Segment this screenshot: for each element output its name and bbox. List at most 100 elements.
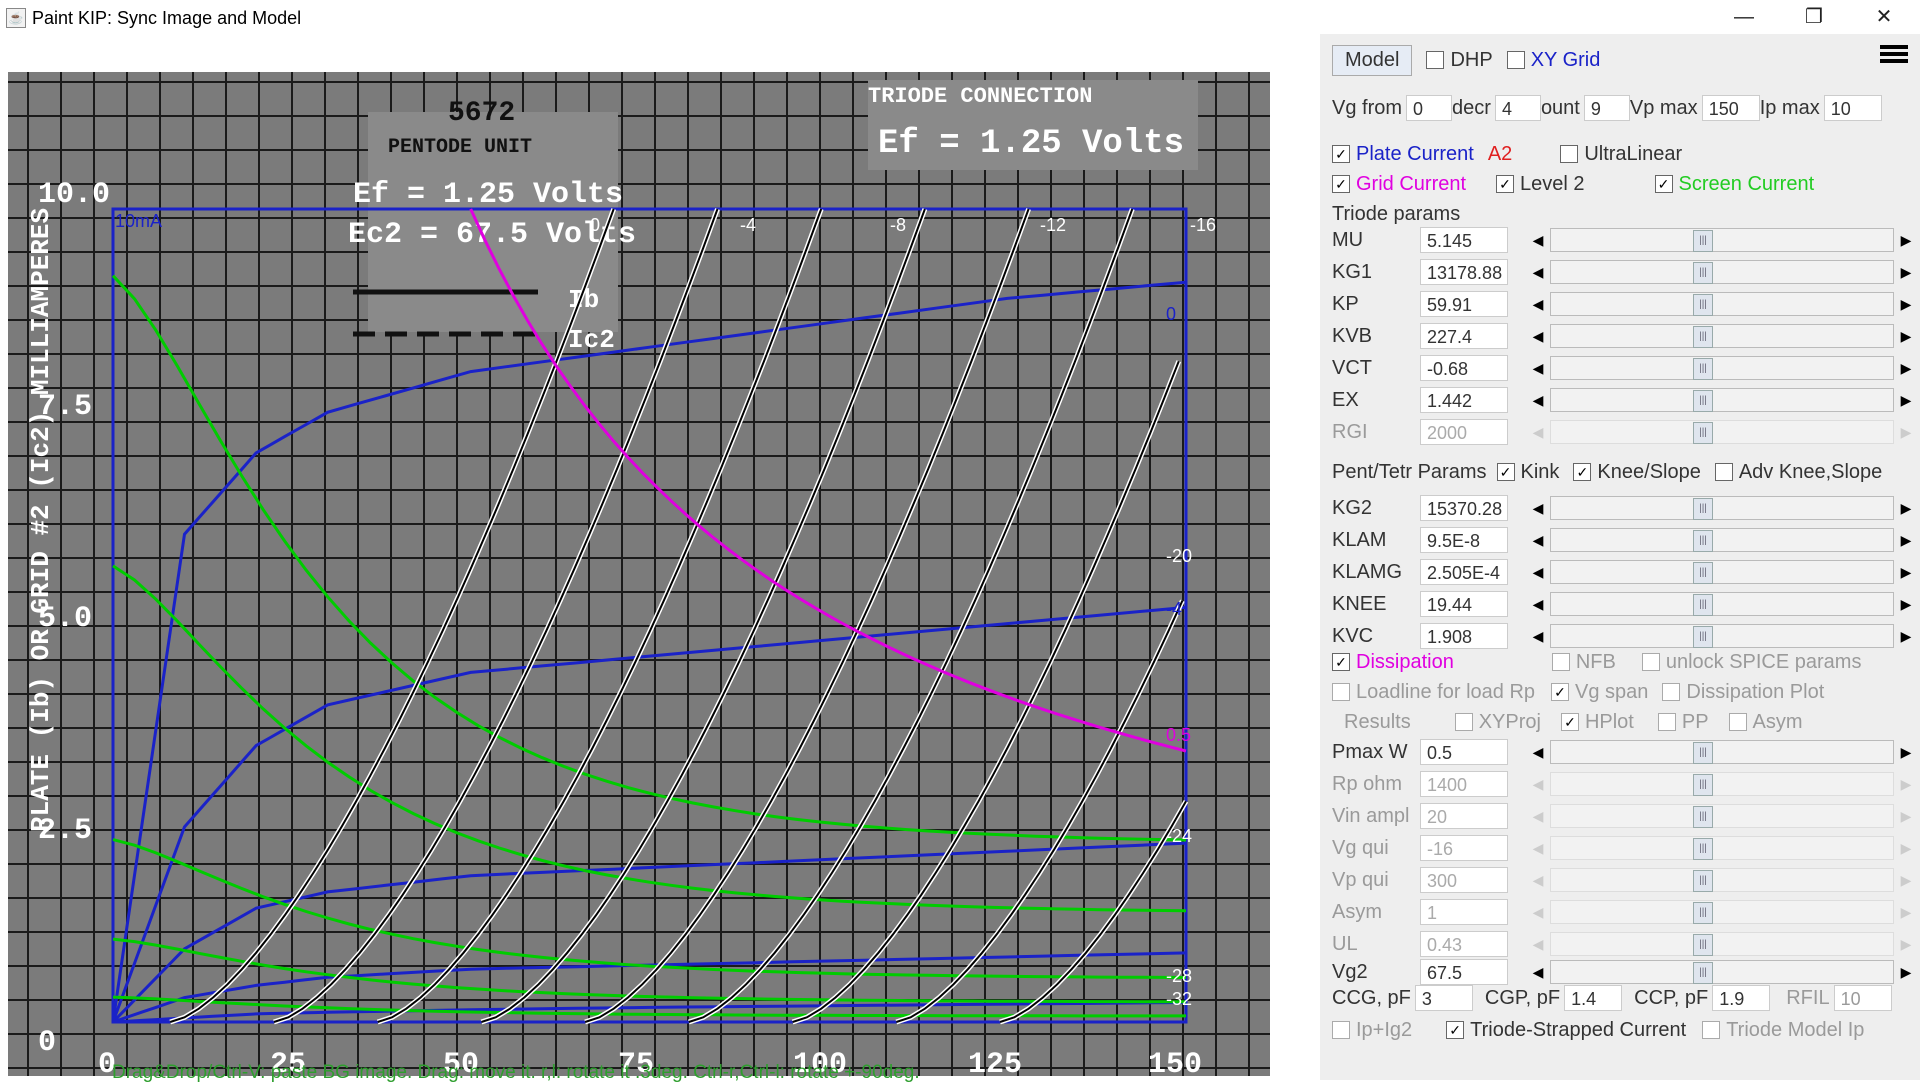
param-slider[interactable]: ◀ ||| ▶ — [1528, 960, 1916, 984]
param-slider[interactable]: ◀ ||| ▶ — [1528, 528, 1916, 552]
slider-track[interactable]: ||| — [1550, 388, 1894, 412]
dissipation-plot-checkbox[interactable]: Dissipation Plot — [1662, 681, 1824, 704]
hplot-checkbox[interactable]: ✓ HPlot — [1560, 711, 1634, 734]
slider-right-arrow-icon[interactable]: ▶ — [1896, 228, 1916, 252]
dhp-checkbox[interactable]: DHP — [1426, 49, 1493, 72]
param-value-field[interactable]: 67.5 — [1420, 959, 1508, 985]
slider-track[interactable]: ||| — [1550, 528, 1894, 552]
grid-current-checkbox[interactable]: ✓ Grid Current — [1332, 173, 1466, 196]
slider-right-arrow-icon[interactable]: ▶ — [1896, 420, 1916, 444]
slider-thumb[interactable]: ||| — [1693, 934, 1713, 956]
param-value-field[interactable]: 15370.28 — [1420, 495, 1508, 521]
adv-knee-checkbox[interactable]: Adv Knee,Slope — [1714, 461, 1882, 484]
xyproj-checkbox[interactable]: XYProj — [1454, 711, 1541, 734]
slider-track[interactable]: ||| — [1550, 932, 1894, 956]
slider-right-arrow-icon[interactable]: ▶ — [1896, 836, 1916, 860]
param-slider[interactable]: ◀ ||| ▶ — [1528, 740, 1916, 764]
param-slider[interactable]: ◀ ||| ▶ — [1528, 324, 1916, 348]
param-slider[interactable]: ◀ ||| ▶ — [1528, 836, 1916, 860]
param-slider[interactable]: ◀ ||| ▶ — [1528, 356, 1916, 380]
kink-checkbox[interactable]: ✓ Kink — [1496, 461, 1559, 484]
param-value-field[interactable]: 19.44 — [1420, 591, 1508, 617]
slider-left-arrow-icon[interactable]: ◀ — [1528, 260, 1548, 284]
slider-left-arrow-icon[interactable]: ◀ — [1528, 960, 1548, 984]
slider-thumb[interactable]: ||| — [1693, 626, 1713, 648]
param-value-field[interactable]: 20 — [1420, 803, 1508, 829]
slider-left-arrow-icon[interactable]: ◀ — [1528, 356, 1548, 380]
param-value-field[interactable]: 227.4 — [1420, 323, 1508, 349]
slider-left-arrow-icon[interactable]: ◀ — [1528, 228, 1548, 252]
param-slider[interactable]: ◀ ||| ▶ — [1528, 592, 1916, 616]
slider-left-arrow-icon[interactable]: ◀ — [1528, 740, 1548, 764]
slider-right-arrow-icon[interactable]: ▶ — [1896, 804, 1916, 828]
dissipation-checkbox[interactable]: ✓ Dissipation — [1332, 651, 1454, 674]
slider-thumb[interactable]: ||| — [1693, 358, 1713, 380]
slider-track[interactable]: ||| — [1550, 740, 1894, 764]
slider-right-arrow-icon[interactable]: ▶ — [1896, 292, 1916, 316]
slider-thumb[interactable]: ||| — [1693, 498, 1713, 520]
slider-right-arrow-icon[interactable]: ▶ — [1896, 868, 1916, 892]
cgp-field[interactable]: 1.4 — [1564, 985, 1623, 1011]
slider-left-arrow-icon[interactable]: ◀ — [1528, 868, 1548, 892]
slider-track[interactable]: ||| — [1550, 900, 1894, 924]
slider-right-arrow-icon[interactable]: ▶ — [1896, 932, 1916, 956]
param-value-field[interactable]: 1400 — [1420, 771, 1508, 797]
slider-right-arrow-icon[interactable]: ▶ — [1896, 592, 1916, 616]
param-value-field[interactable]: 0.5 — [1420, 739, 1508, 765]
param-value-field[interactable]: 2.505E-4 — [1420, 559, 1508, 585]
slider-left-arrow-icon[interactable]: ◀ — [1528, 560, 1548, 584]
param-value-field[interactable]: 0.43 — [1420, 931, 1508, 957]
slider-thumb[interactable]: ||| — [1693, 594, 1713, 616]
param-value-field[interactable]: -0.68 — [1420, 355, 1508, 381]
nfb-checkbox[interactable]: NFB — [1551, 651, 1616, 674]
slider-track[interactable]: ||| — [1550, 624, 1894, 648]
param-value-field[interactable]: 13178.88 — [1420, 259, 1508, 285]
slider-track[interactable]: ||| — [1550, 804, 1894, 828]
slider-right-arrow-icon[interactable]: ▶ — [1896, 560, 1916, 584]
slider-thumb[interactable]: ||| — [1693, 230, 1713, 252]
slider-thumb[interactable]: ||| — [1693, 870, 1713, 892]
slider-left-arrow-icon[interactable]: ◀ — [1528, 388, 1548, 412]
decr-field[interactable]: 4 — [1494, 95, 1541, 121]
slider-track[interactable]: ||| — [1550, 772, 1894, 796]
xy-grid-checkbox[interactable]: XY Grid — [1506, 49, 1600, 72]
loadline-checkbox[interactable]: Loadline for load Rp — [1332, 681, 1535, 704]
slider-thumb[interactable]: ||| — [1693, 742, 1713, 764]
param-slider[interactable]: ◀ ||| ▶ — [1528, 420, 1916, 444]
slider-thumb[interactable]: ||| — [1693, 562, 1713, 584]
close-button[interactable]: ✕ — [1856, 0, 1912, 34]
param-slider[interactable]: ◀ ||| ▶ — [1528, 772, 1916, 796]
param-slider[interactable]: ◀ ||| ▶ — [1528, 560, 1916, 584]
param-slider[interactable]: ◀ ||| ▶ — [1528, 260, 1916, 284]
slider-thumb[interactable]: ||| — [1693, 838, 1713, 860]
slider-thumb[interactable]: ||| — [1693, 262, 1713, 284]
pp-checkbox[interactable]: PP — [1657, 711, 1709, 734]
slider-left-arrow-icon[interactable]: ◀ — [1528, 528, 1548, 552]
level2-checkbox[interactable]: ✓ Level 2 — [1496, 173, 1585, 196]
model-button[interactable]: Model — [1332, 44, 1413, 76]
param-value-field[interactable]: 1.908 — [1420, 623, 1508, 649]
slider-left-arrow-icon[interactable]: ◀ — [1528, 324, 1548, 348]
rfil-field[interactable]: 10 — [1833, 985, 1892, 1011]
slider-left-arrow-icon[interactable]: ◀ — [1528, 592, 1548, 616]
slider-left-arrow-icon[interactable]: ◀ — [1528, 624, 1548, 648]
slider-left-arrow-icon[interactable]: ◀ — [1528, 292, 1548, 316]
slider-right-arrow-icon[interactable]: ▶ — [1896, 356, 1916, 380]
slider-track[interactable]: ||| — [1550, 324, 1894, 348]
slider-thumb[interactable]: ||| — [1693, 294, 1713, 316]
unlock-spice-checkbox[interactable]: unlock SPICE params — [1641, 651, 1861, 674]
slider-right-arrow-icon[interactable]: ▶ — [1896, 260, 1916, 284]
slider-thumb[interactable]: ||| — [1693, 774, 1713, 796]
slider-right-arrow-icon[interactable]: ▶ — [1896, 624, 1916, 648]
slider-thumb[interactable]: ||| — [1693, 806, 1713, 828]
slider-right-arrow-icon[interactable]: ▶ — [1896, 496, 1916, 520]
knee-slope-checkbox[interactable]: ✓ Knee/Slope — [1573, 461, 1701, 484]
slider-thumb[interactable]: ||| — [1693, 326, 1713, 348]
slider-right-arrow-icon[interactable]: ▶ — [1896, 960, 1916, 984]
slider-right-arrow-icon[interactable]: ▶ — [1896, 388, 1916, 412]
param-value-field[interactable]: 300 — [1420, 867, 1508, 893]
slider-left-arrow-icon[interactable]: ◀ — [1528, 900, 1548, 924]
ip-ig2-checkbox[interactable]: Ip+Ig2 — [1332, 1019, 1412, 1042]
vg-span-checkbox[interactable]: ✓ Vg span — [1551, 681, 1648, 704]
slider-thumb[interactable]: ||| — [1693, 902, 1713, 924]
